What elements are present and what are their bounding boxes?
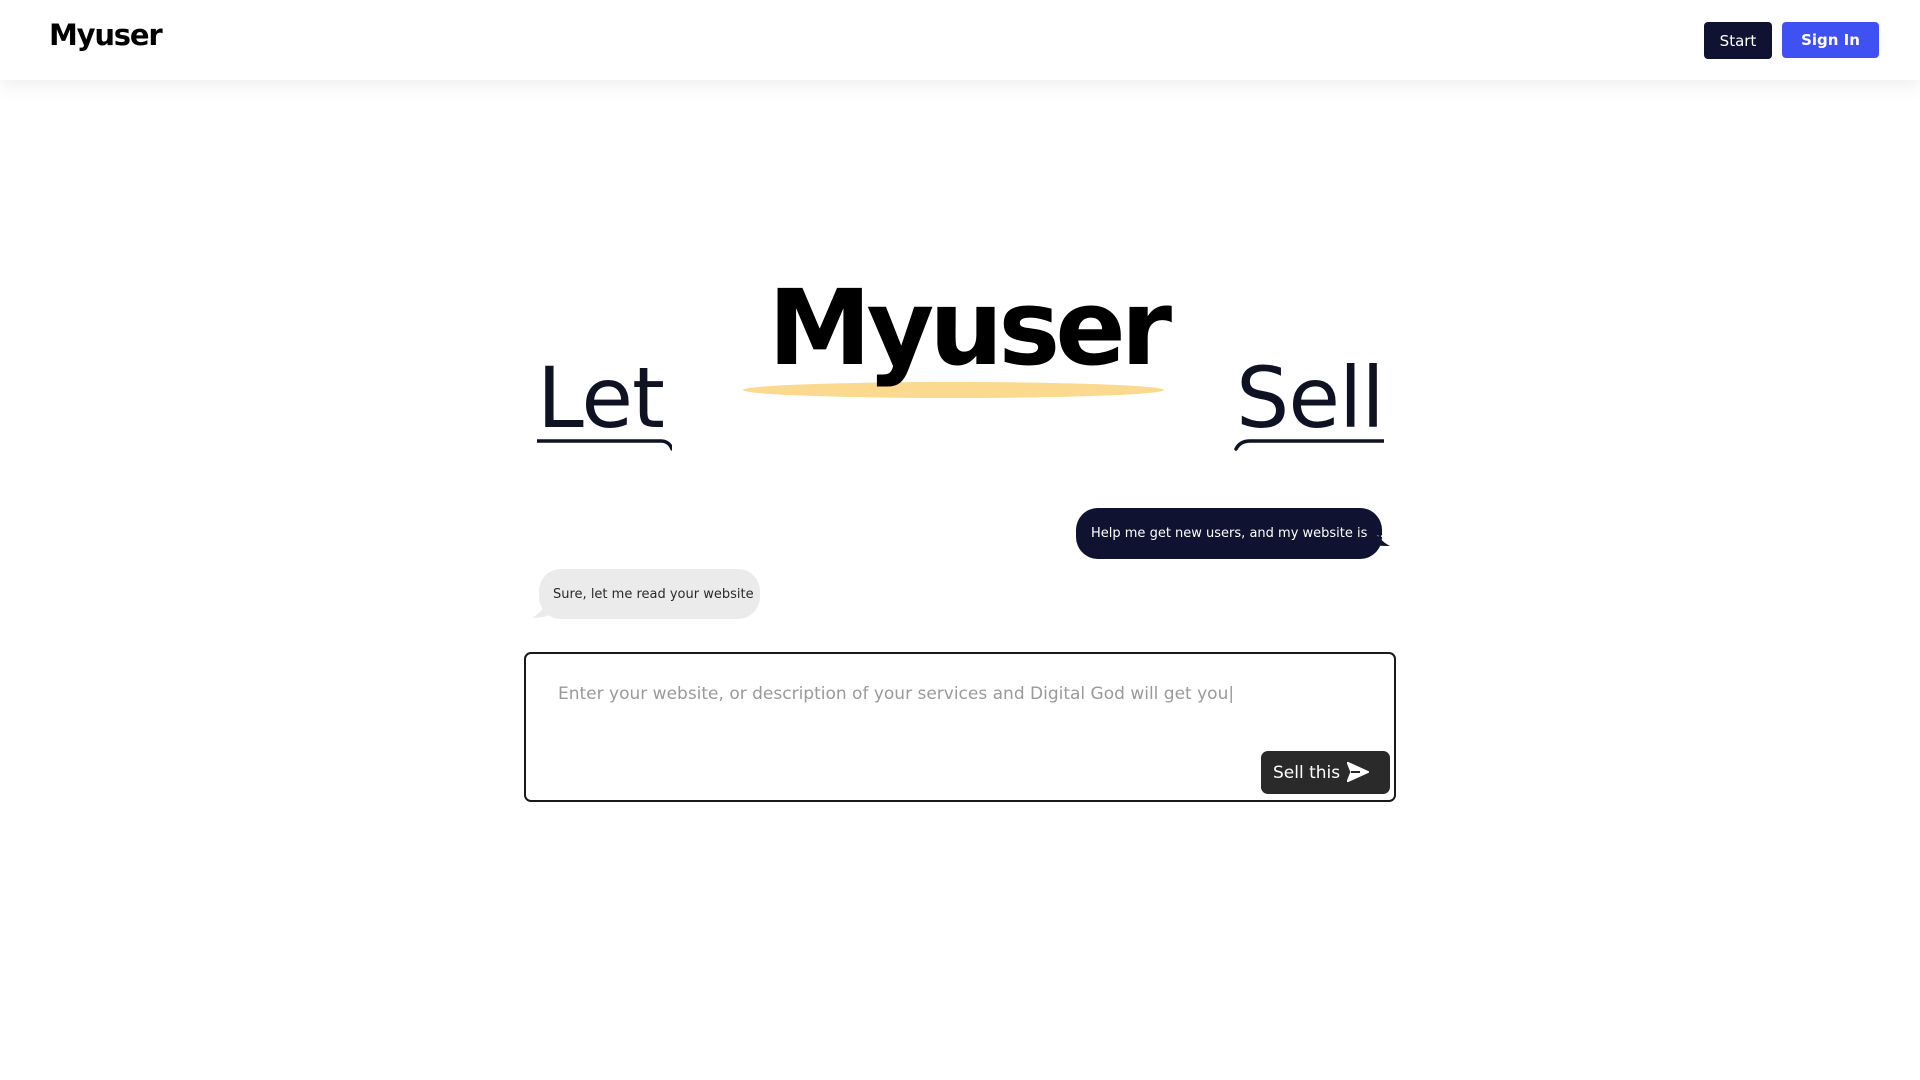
hero-word-sell: Sell xyxy=(1236,349,1385,447)
sign-in-button[interactable]: Sign In xyxy=(1782,22,1879,58)
underline-let-decoration xyxy=(537,439,672,451)
user-bubble-tail xyxy=(1370,524,1390,546)
start-button[interactable]: Start xyxy=(1704,22,1772,59)
sell-this-button[interactable]: Sell this xyxy=(1261,751,1390,794)
top-navbar: Myuser Start Sign In xyxy=(0,0,1920,80)
website-description-input[interactable] xyxy=(558,684,1358,744)
underline-sell-decoration xyxy=(1234,439,1384,451)
user-chat-text: Help me get new users, and my website is… xyxy=(1091,526,1384,541)
prompt-box: Sell this xyxy=(524,652,1396,802)
bot-chat-text: Sure, let me read your website xyxy=(553,586,754,602)
bot-bubble-tail xyxy=(532,590,552,618)
hero-word-let: Let xyxy=(537,349,665,447)
user-chat-bubble: Help me get new users, and my website is… xyxy=(1076,508,1384,559)
hero-brand-logo: Myuser xyxy=(768,267,1172,389)
bot-chat-bubble: Sure, let me read your website xyxy=(539,569,760,619)
sell-this-label: Sell this xyxy=(1273,762,1341,783)
send-icon xyxy=(1347,762,1369,782)
header-logo[interactable]: Myuser xyxy=(49,18,163,52)
